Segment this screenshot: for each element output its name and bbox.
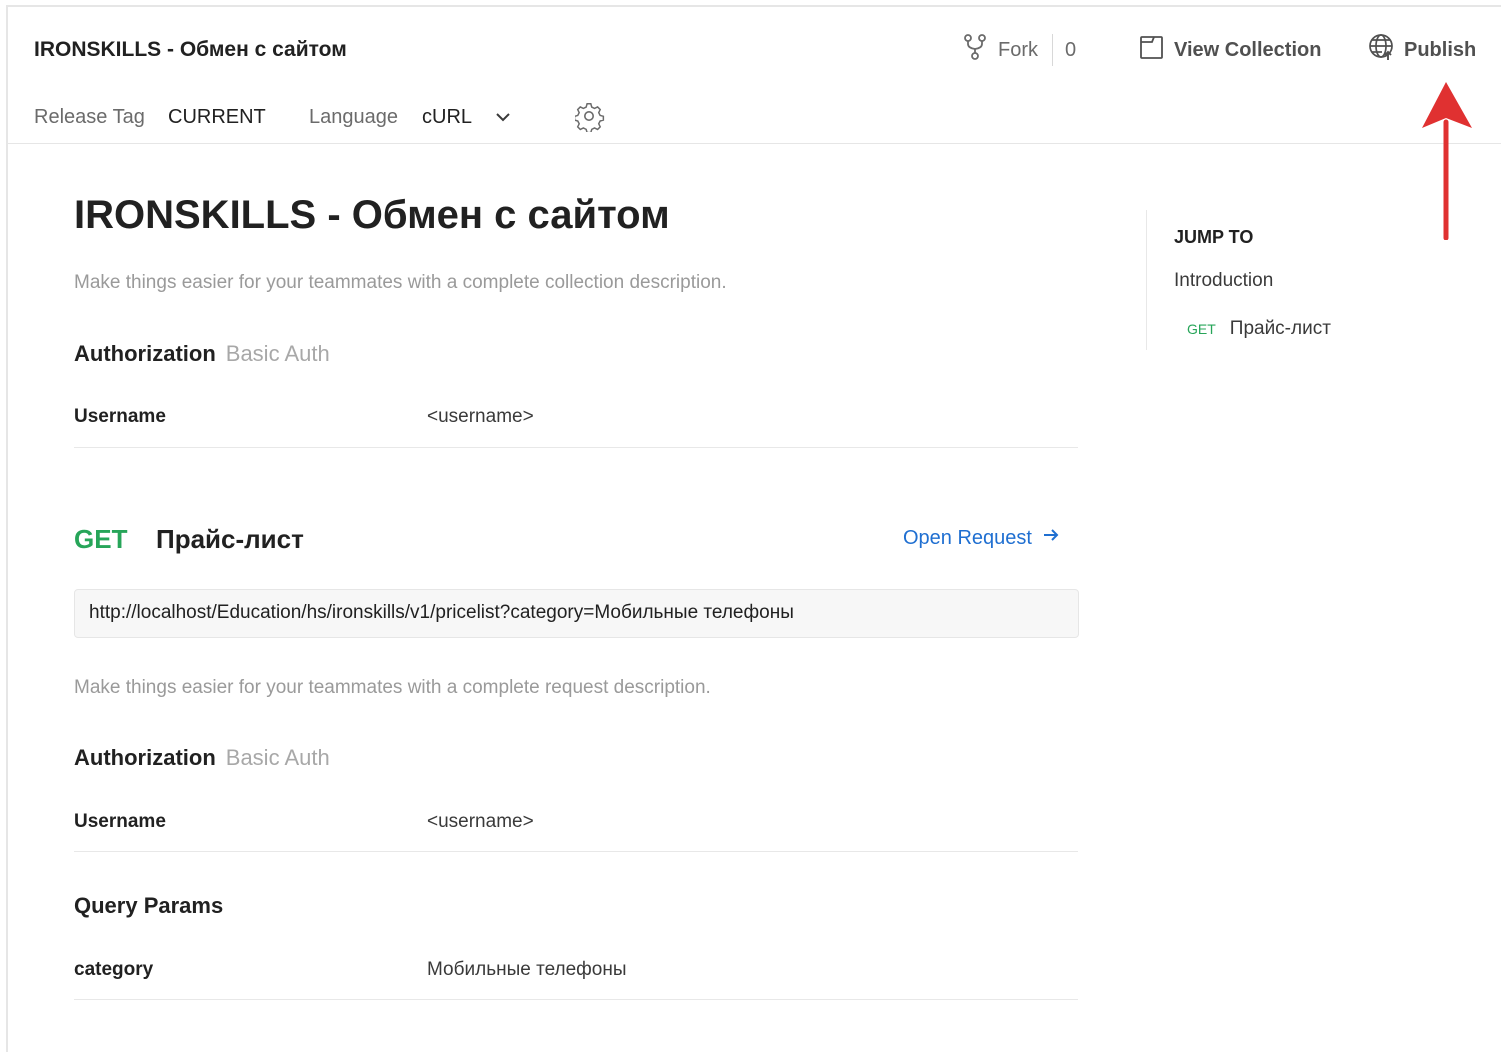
collection-auth-title: Authorization (74, 341, 216, 366)
open-request-link[interactable]: Open Request (903, 526, 1060, 550)
collection-auth-value: <username> (427, 406, 534, 427)
page-title: IRONSKILLS - Обмен с сайтом (74, 193, 670, 237)
document-icon (1139, 35, 1164, 66)
arrow-right-icon (1042, 526, 1060, 550)
jump-to-request-method: GET (1187, 321, 1216, 337)
fork-icon (962, 33, 988, 67)
request-description: Make things easier for your teammates wi… (74, 677, 711, 698)
language-select-value[interactable]: cURL (422, 102, 472, 132)
header-divider (8, 143, 1501, 144)
view-collection-label: View Collection (1174, 38, 1322, 61)
window-top-border (6, 5, 1501, 7)
gear-icon[interactable] (575, 102, 605, 132)
chevron-down-icon[interactable] (493, 102, 513, 132)
jump-to-request-label: Прайс-лист (1229, 318, 1331, 339)
fork-separator (1052, 34, 1053, 66)
request-auth-type: Basic Auth (225, 745, 330, 770)
table-row-divider (74, 851, 1078, 852)
release-tag-label: Release Tag (34, 105, 145, 128)
fork-count: 0 (1065, 38, 1077, 61)
view-collection-button[interactable]: View Collection (1139, 34, 1321, 66)
query-params-heading: Query Params (74, 893, 224, 918)
request-auth-key: Username (74, 811, 166, 832)
request-url-field[interactable]: http://localhost/Education/hs/ironskills… (74, 589, 1079, 638)
collection-header-title: IRONSKILLS - Обмен с сайтом (34, 38, 347, 61)
publish-button[interactable]: Publish (1368, 34, 1476, 66)
open-request-label: Open Request (903, 526, 1032, 549)
table-row-divider (74, 999, 1078, 1000)
request-auth-title: Authorization (74, 745, 216, 770)
window-left-border (6, 5, 8, 1052)
request-auth-value: <username> (427, 811, 534, 832)
query-param-value: Мобильные телефоны (427, 959, 627, 980)
language-label: Language (309, 105, 398, 128)
globe-icon (1368, 33, 1396, 67)
query-param-key: category (74, 959, 154, 980)
publish-label: Publish (1404, 38, 1477, 61)
table-row-divider (74, 447, 1078, 448)
collection-description: Make things easier for your teammates wi… (74, 272, 727, 293)
collection-auth-heading: Authorization Basic Auth (74, 341, 330, 367)
jump-to-request-link[interactable]: GET Прайс-лист (1187, 318, 1331, 340)
fork-button[interactable]: Fork 0 (962, 34, 1076, 66)
collection-auth-type: Basic Auth (225, 341, 330, 366)
collection-auth-key: Username (74, 406, 166, 427)
jump-to-heading: JUMP TO (1174, 227, 1254, 247)
release-tag-value[interactable]: CURRENT (168, 102, 266, 132)
jump-to-divider (1146, 210, 1147, 350)
request-method-badge: GET (74, 524, 128, 554)
request-title: Прайс-лист (156, 524, 304, 554)
fork-label: Fork (998, 38, 1038, 61)
request-auth-heading: Authorization Basic Auth (74, 745, 330, 771)
jump-to-introduction-link[interactable]: Introduction (1174, 270, 1273, 292)
annotation-arrow (1420, 80, 1476, 245)
